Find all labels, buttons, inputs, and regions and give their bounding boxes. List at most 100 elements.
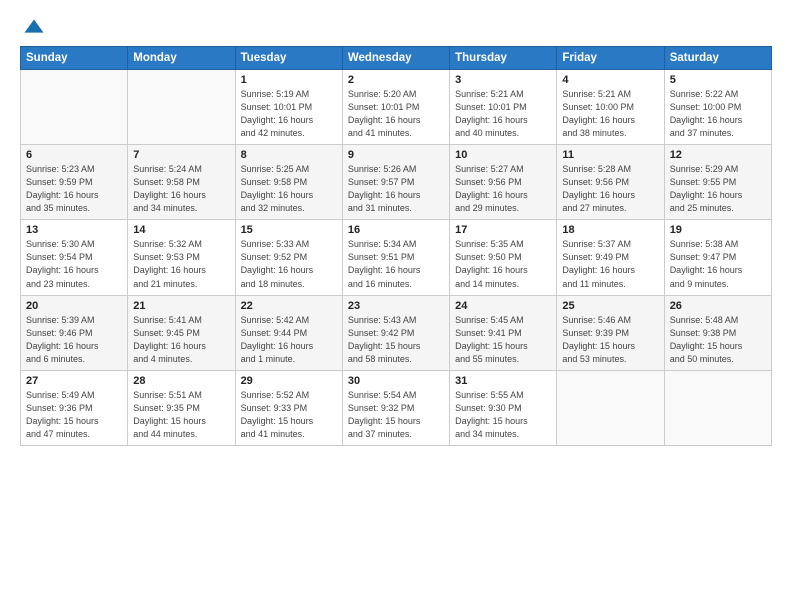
day-info: Sunrise: 5:37 AM Sunset: 9:49 PM Dayligh… [562, 238, 658, 290]
day-number: 8 [241, 149, 337, 161]
day-number: 27 [26, 375, 122, 387]
calendar-cell: 13Sunrise: 5:30 AM Sunset: 9:54 PM Dayli… [21, 220, 128, 295]
day-number: 19 [670, 224, 766, 236]
day-info: Sunrise: 5:21 AM Sunset: 10:00 PM Daylig… [562, 88, 658, 140]
calendar-cell [21, 70, 128, 145]
day-info: Sunrise: 5:38 AM Sunset: 9:47 PM Dayligh… [670, 238, 766, 290]
day-number: 16 [348, 224, 444, 236]
day-number: 6 [26, 149, 122, 161]
calendar-cell: 7 Sunrise: 5:24 AM Sunset: 9:58 PM Daylig… [128, 145, 235, 220]
day-number: 21 [133, 300, 229, 312]
calendar-header-monday: Monday [128, 47, 235, 70]
day-info: Sunrise: 5:45 AM Sunset: 9:41 PM Dayligh… [455, 314, 551, 366]
calendar-cell: 16 Sunrise: 5:34 AM Sunset: 9:51 PM Dayli… [342, 220, 449, 295]
calendar-cell: 19 Sunrise: 5:38 AM Sunset: 9:47 PM Dayli… [664, 220, 771, 295]
day-number: 9 [348, 149, 444, 161]
day-number: 25 [562, 300, 658, 312]
calendar-header-thursday: Thursday [450, 47, 557, 70]
calendar-week-row: 1 Sunrise: 5:19 AM Sunset: 10:01 PM Dayli… [21, 70, 772, 145]
calendar-cell: 22 Sunrise: 5:42 AM Sunset: 9:44 PM Dayli… [235, 295, 342, 370]
calendar-cell: 29 Sunrise: 5:52 AM Sunset: 9:33 PM Dayli… [235, 370, 342, 445]
calendar-cell: 21 Sunrise: 5:41 AM Sunset: 9:45 PM Dayli… [128, 295, 235, 370]
calendar-cell: 5 Sunrise: 5:22 AM Sunset: 10:00 PM Dayli… [664, 70, 771, 145]
day-info: Sunrise: 5:48 AM Sunset: 9:38 PM Dayligh… [670, 314, 766, 366]
day-info: Sunrise: 5:42 AM Sunset: 9:44 PM Dayligh… [241, 314, 337, 366]
day-info: Sunrise: 5:32 AM Sunset: 9:53 PM Dayligh… [133, 238, 229, 290]
day-number: 22 [241, 300, 337, 312]
calendar-cell: 4 Sunrise: 5:21 AM Sunset: 10:00 PM Dayli… [557, 70, 664, 145]
day-info: Sunrise: 5:49 AM Sunset: 9:36 PM Dayligh… [26, 389, 122, 441]
day-number: 28 [133, 375, 229, 387]
calendar-cell: 25 Sunrise: 5:46 AM Sunset: 9:39 PM Dayli… [557, 295, 664, 370]
day-info: Sunrise: 5:41 AM Sunset: 9:45 PM Dayligh… [133, 314, 229, 366]
calendar-cell: 15 Sunrise: 5:33 AM Sunset: 9:52 PM Dayli… [235, 220, 342, 295]
day-number: 20 [26, 300, 122, 312]
day-info: Sunrise: 5:21 AM Sunset: 10:01 PM Daylig… [455, 88, 551, 140]
day-number: 1 [241, 74, 337, 86]
calendar-week-row: 6 Sunrise: 5:23 AM Sunset: 9:59 PM Daylig… [21, 145, 772, 220]
page: SundayMondayTuesdayWednesdayThursdayFrid… [0, 0, 792, 612]
calendar-week-row: 13Sunrise: 5:30 AM Sunset: 9:54 PM Dayli… [21, 220, 772, 295]
calendar-cell: 17 Sunrise: 5:35 AM Sunset: 9:50 PM Dayli… [450, 220, 557, 295]
calendar-cell: 14 Sunrise: 5:32 AM Sunset: 9:53 PM Dayli… [128, 220, 235, 295]
day-info: Sunrise: 5:35 AM Sunset: 9:50 PM Dayligh… [455, 238, 551, 290]
calendar-cell: 28 Sunrise: 5:51 AM Sunset: 9:35 PM Dayli… [128, 370, 235, 445]
calendar-cell [128, 70, 235, 145]
header [20, 18, 772, 40]
calendar-cell: 27 Sunrise: 5:49 AM Sunset: 9:36 PM Dayli… [21, 370, 128, 445]
day-number: 11 [562, 149, 658, 161]
day-number: 14 [133, 224, 229, 236]
calendar-table: SundayMondayTuesdayWednesdayThursdayFrid… [20, 46, 772, 446]
day-info: Sunrise: 5:27 AM Sunset: 9:56 PM Dayligh… [455, 163, 551, 215]
day-info: Sunrise: 5:20 AM Sunset: 10:01 PM Daylig… [348, 88, 444, 140]
day-info: Sunrise: 5:52 AM Sunset: 9:33 PM Dayligh… [241, 389, 337, 441]
day-number: 29 [241, 375, 337, 387]
day-info: Sunrise: 5:23 AM Sunset: 9:59 PM Dayligh… [26, 163, 122, 215]
calendar-cell: 2 Sunrise: 5:20 AM Sunset: 10:01 PM Dayli… [342, 70, 449, 145]
day-number: 13 [26, 224, 122, 236]
calendar-header-saturday: Saturday [664, 47, 771, 70]
calendar-week-row: 20 Sunrise: 5:39 AM Sunset: 9:46 PM Dayli… [21, 295, 772, 370]
day-number: 17 [455, 224, 551, 236]
calendar-header-friday: Friday [557, 47, 664, 70]
day-number: 18 [562, 224, 658, 236]
day-info: Sunrise: 5:39 AM Sunset: 9:46 PM Dayligh… [26, 314, 122, 366]
day-info: Sunrise: 5:19 AM Sunset: 10:01 PM Daylig… [241, 88, 337, 140]
calendar-cell [664, 370, 771, 445]
day-info: Sunrise: 5:55 AM Sunset: 9:30 PM Dayligh… [455, 389, 551, 441]
day-number: 2 [348, 74, 444, 86]
day-info: Sunrise: 5:22 AM Sunset: 10:00 PM Daylig… [670, 88, 766, 140]
day-info: Sunrise: 5:25 AM Sunset: 9:58 PM Dayligh… [241, 163, 337, 215]
calendar-header-row: SundayMondayTuesdayWednesdayThursdayFrid… [21, 47, 772, 70]
calendar-cell: 9 Sunrise: 5:26 AM Sunset: 9:57 PM Daylig… [342, 145, 449, 220]
day-info: Sunrise: 5:34 AM Sunset: 9:51 PM Dayligh… [348, 238, 444, 290]
calendar-cell: 31 Sunrise: 5:55 AM Sunset: 9:30 PM Dayli… [450, 370, 557, 445]
day-number: 30 [348, 375, 444, 387]
day-info: Sunrise: 5:33 AM Sunset: 9:52 PM Dayligh… [241, 238, 337, 290]
day-info: Sunrise: 5:51 AM Sunset: 9:35 PM Dayligh… [133, 389, 229, 441]
day-number: 15 [241, 224, 337, 236]
day-number: 3 [455, 74, 551, 86]
calendar-cell: 24Sunrise: 5:45 AM Sunset: 9:41 PM Dayli… [450, 295, 557, 370]
calendar-cell [557, 370, 664, 445]
calendar-cell: 12 Sunrise: 5:29 AM Sunset: 9:55 PM Dayli… [664, 145, 771, 220]
day-number: 26 [670, 300, 766, 312]
day-number: 7 [133, 149, 229, 161]
calendar-cell: 1 Sunrise: 5:19 AM Sunset: 10:01 PM Dayli… [235, 70, 342, 145]
day-number: 4 [562, 74, 658, 86]
day-info: Sunrise: 5:24 AM Sunset: 9:58 PM Dayligh… [133, 163, 229, 215]
day-info: Sunrise: 5:29 AM Sunset: 9:55 PM Dayligh… [670, 163, 766, 215]
day-info: Sunrise: 5:54 AM Sunset: 9:32 PM Dayligh… [348, 389, 444, 441]
day-number: 31 [455, 375, 551, 387]
calendar-cell: 18 Sunrise: 5:37 AM Sunset: 9:49 PM Dayli… [557, 220, 664, 295]
calendar-cell: 30 Sunrise: 5:54 AM Sunset: 9:32 PM Dayli… [342, 370, 449, 445]
calendar-header-wednesday: Wednesday [342, 47, 449, 70]
day-info: Sunrise: 5:26 AM Sunset: 9:57 PM Dayligh… [348, 163, 444, 215]
day-number: 5 [670, 74, 766, 86]
day-number: 23 [348, 300, 444, 312]
calendar-cell: 8 Sunrise: 5:25 AM Sunset: 9:58 PM Daylig… [235, 145, 342, 220]
day-info: Sunrise: 5:46 AM Sunset: 9:39 PM Dayligh… [562, 314, 658, 366]
calendar-cell: 3 Sunrise: 5:21 AM Sunset: 10:01 PM Dayli… [450, 70, 557, 145]
calendar-cell: 10Sunrise: 5:27 AM Sunset: 9:56 PM Dayli… [450, 145, 557, 220]
day-number: 12 [670, 149, 766, 161]
